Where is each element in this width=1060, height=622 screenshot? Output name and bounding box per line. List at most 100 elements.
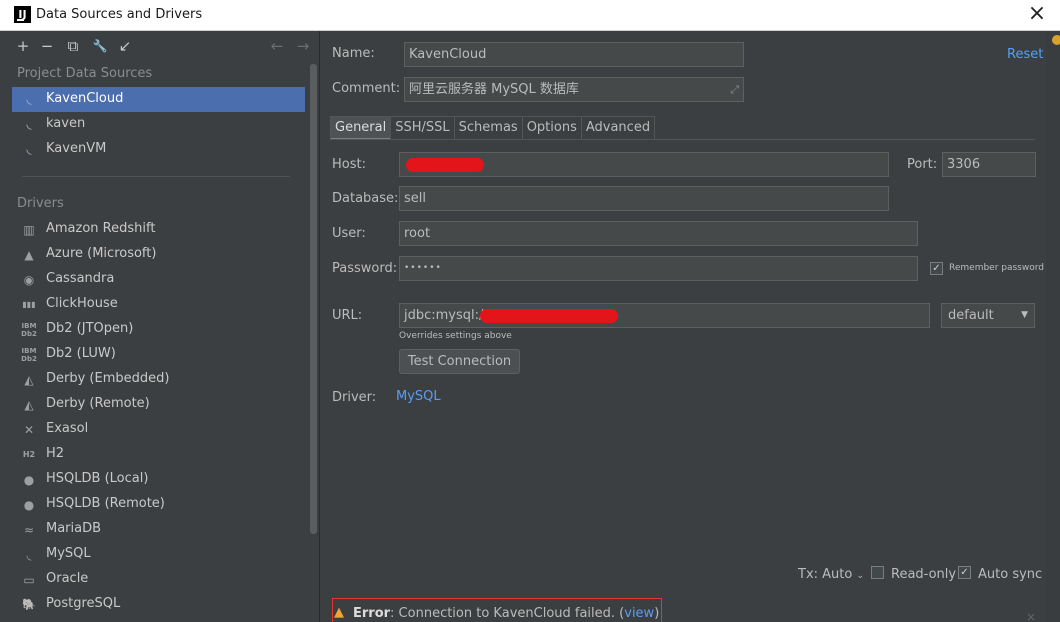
tab-ssh-ssl[interactable]: SSH/SSL [391, 116, 455, 140]
close-window-button[interactable]: × [1024, 2, 1050, 28]
derby-hat-icon: ◭ [24, 398, 34, 412]
derby-hat-icon: ◭ [24, 373, 34, 387]
cassandra-eye-icon: ◉ [23, 273, 35, 287]
driver-item-exasol[interactable]: ✕ Exasol [12, 418, 305, 443]
driver-item-amazon-redshift[interactable]: ▥ Amazon Redshift [12, 218, 305, 243]
data-source-properties-panel: Name: KavenCloud Reset Comment: 阿里云服务器 M… [321, 31, 1046, 622]
window-title: Data Sources and Drivers [36, 7, 203, 22]
driver-label: Amazon Redshift [46, 221, 156, 236]
driver-label: H2 [46, 446, 65, 461]
ibm-db2-icon: IBM Db2 [21, 347, 37, 363]
driver-item-h2[interactable]: H2 H2 [12, 443, 305, 468]
read-only-checkbox[interactable] [871, 566, 884, 579]
driver-item-derby-remote[interactable]: ◭ Derby (Remote) [12, 393, 305, 418]
user-field[interactable]: root [399, 221, 918, 246]
forward-arrow-icon[interactable]: → [294, 37, 312, 55]
password-label: Password: [332, 261, 398, 276]
tx-mode-label: Tx: Auto [798, 567, 853, 582]
driver-label: PostgreSQL [46, 596, 121, 611]
tx-mode-dropdown[interactable]: Tx: Auto ⌄ [798, 567, 864, 582]
name-label: Name: [332, 46, 375, 61]
expand-icon[interactable]: ⤢ [730, 78, 739, 101]
redshift-icon: ▥ [23, 223, 35, 237]
error-view-link[interactable]: view [624, 606, 654, 621]
driver-item-mariadb[interactable]: ≈ MariaDB [12, 518, 305, 543]
tab-schemas[interactable]: Schemas [454, 116, 523, 140]
chevron-down-icon: ⌄ [856, 571, 865, 581]
oracle-icon: ▭ [23, 573, 35, 587]
driver-label: MySQL [46, 546, 91, 561]
back-arrow-icon[interactable]: ← [268, 37, 286, 55]
driver-label: Driver: [332, 390, 377, 405]
driver-item-cassandra[interactable]: ◉ Cassandra [12, 268, 305, 293]
sidebar-scrollbar[interactable] [310, 64, 317, 534]
driver-label: Db2 (JTOpen) [46, 321, 134, 336]
intellij-logo-icon: IJ [14, 6, 31, 23]
url-redaction [480, 309, 618, 323]
driver-label: Exasol [46, 421, 89, 436]
exasol-x-icon: ✕ [23, 423, 35, 437]
h2-icon: H2 [22, 450, 36, 459]
driver-item-azure[interactable]: ▲ Azure (Microsoft) [12, 243, 305, 268]
driver-item-clickhouse[interactable]: ▮▮▮ ClickHouse [12, 293, 305, 318]
driver-label: MariaDB [46, 521, 102, 536]
driver-label: Azure (Microsoft) [46, 246, 157, 261]
url-mode-select[interactable]: default ▼ [941, 303, 1035, 328]
copy-icon[interactable]: ⧉ [64, 37, 82, 55]
url-mode-value: default [948, 308, 994, 323]
driver-item-db2-luw[interactable]: IBM Db2 Db2 (LUW) [12, 343, 305, 368]
error-title: Error [353, 606, 391, 621]
data-source-item[interactable]: ◟ KavenVM [12, 137, 305, 162]
comment-label: Comment: [332, 81, 401, 96]
driver-item-hsqldb-remote[interactable]: ● HSQLDB (Remote) [12, 493, 305, 518]
database-field[interactable]: sell [399, 186, 889, 211]
error-text: : Connection to KavenCloud failed. ( [390, 606, 625, 621]
remember-password-checkbox[interactable]: ✓ [930, 262, 943, 275]
driver-item-oracle[interactable]: ▭ Oracle [12, 568, 305, 593]
tab-general[interactable]: General [330, 116, 392, 140]
port-label: Port: [907, 157, 938, 172]
add-icon[interactable]: + [14, 37, 32, 55]
chevron-down-icon: ▼ [1021, 310, 1028, 320]
database-label: Database: [332, 191, 399, 206]
driver-item-db2-jtopen[interactable]: IBM Db2 Db2 (JTOpen) [12, 318, 305, 343]
tab-options[interactable]: Options [522, 116, 582, 140]
tab-underline [330, 139, 1035, 140]
driver-label: Oracle [46, 571, 89, 586]
driver-item-hsqldb-local[interactable]: ● HSQLDB (Local) [12, 468, 305, 493]
data-source-item[interactable]: ◟ kaven [12, 112, 305, 137]
auto-sync-checkbox[interactable]: ✓ [958, 566, 971, 579]
settings-tabs: General SSH/SSL Schemas Options Advanced [330, 116, 656, 140]
driver-label: ClickHouse [46, 296, 118, 311]
mysql-dolphin-icon: ◟ [26, 92, 32, 107]
driver-link[interactable]: MySQL [396, 389, 441, 404]
driver-label: Db2 (LUW) [46, 346, 116, 361]
hsqldb-icon: ● [23, 498, 35, 512]
reset-link[interactable]: Reset [1007, 47, 1043, 62]
mysql-dolphin-icon: ◟ [26, 548, 32, 562]
postgresql-elephant-icon: 🐘 [22, 598, 36, 611]
data-source-item[interactable]: ◟ KavenCloud [12, 87, 305, 112]
wrench-icon[interactable]: 🔧 [91, 37, 109, 55]
sidebar-divider [22, 176, 290, 177]
host-field[interactable] [399, 152, 889, 177]
name-field[interactable]: KavenCloud [404, 42, 744, 67]
hsqldb-icon: ● [23, 473, 35, 487]
status-dot-icon [1052, 35, 1060, 45]
url-override-note: Overrides settings above [399, 331, 512, 341]
password-field[interactable]: •••••• [399, 256, 918, 281]
test-connection-button[interactable]: Test Connection [399, 349, 520, 374]
port-field[interactable]: 3306 [942, 152, 1036, 177]
comment-field[interactable]: 阿里云服务器 MySQL 数据库 ⤢ [404, 77, 744, 102]
remove-icon[interactable]: − [38, 37, 56, 55]
error-message: Error: Connection to KavenCloud failed. … [353, 606, 659, 621]
driver-item-derby-embedded[interactable]: ◭ Derby (Embedded) [12, 368, 305, 393]
dismiss-error-icon[interactable]: × [1026, 610, 1036, 622]
import-icon[interactable]: ↙ [116, 37, 134, 55]
driver-item-postgresql[interactable]: 🐘 PostgreSQL [12, 593, 305, 618]
driver-item-mysql[interactable]: ◟ MySQL [12, 543, 305, 568]
url-field[interactable]: jdbc:mysql:// [399, 303, 930, 328]
auto-sync-label: Auto sync [978, 567, 1043, 582]
driver-label: HSQLDB (Local) [46, 471, 149, 486]
tab-advanced[interactable]: Advanced [581, 116, 656, 140]
